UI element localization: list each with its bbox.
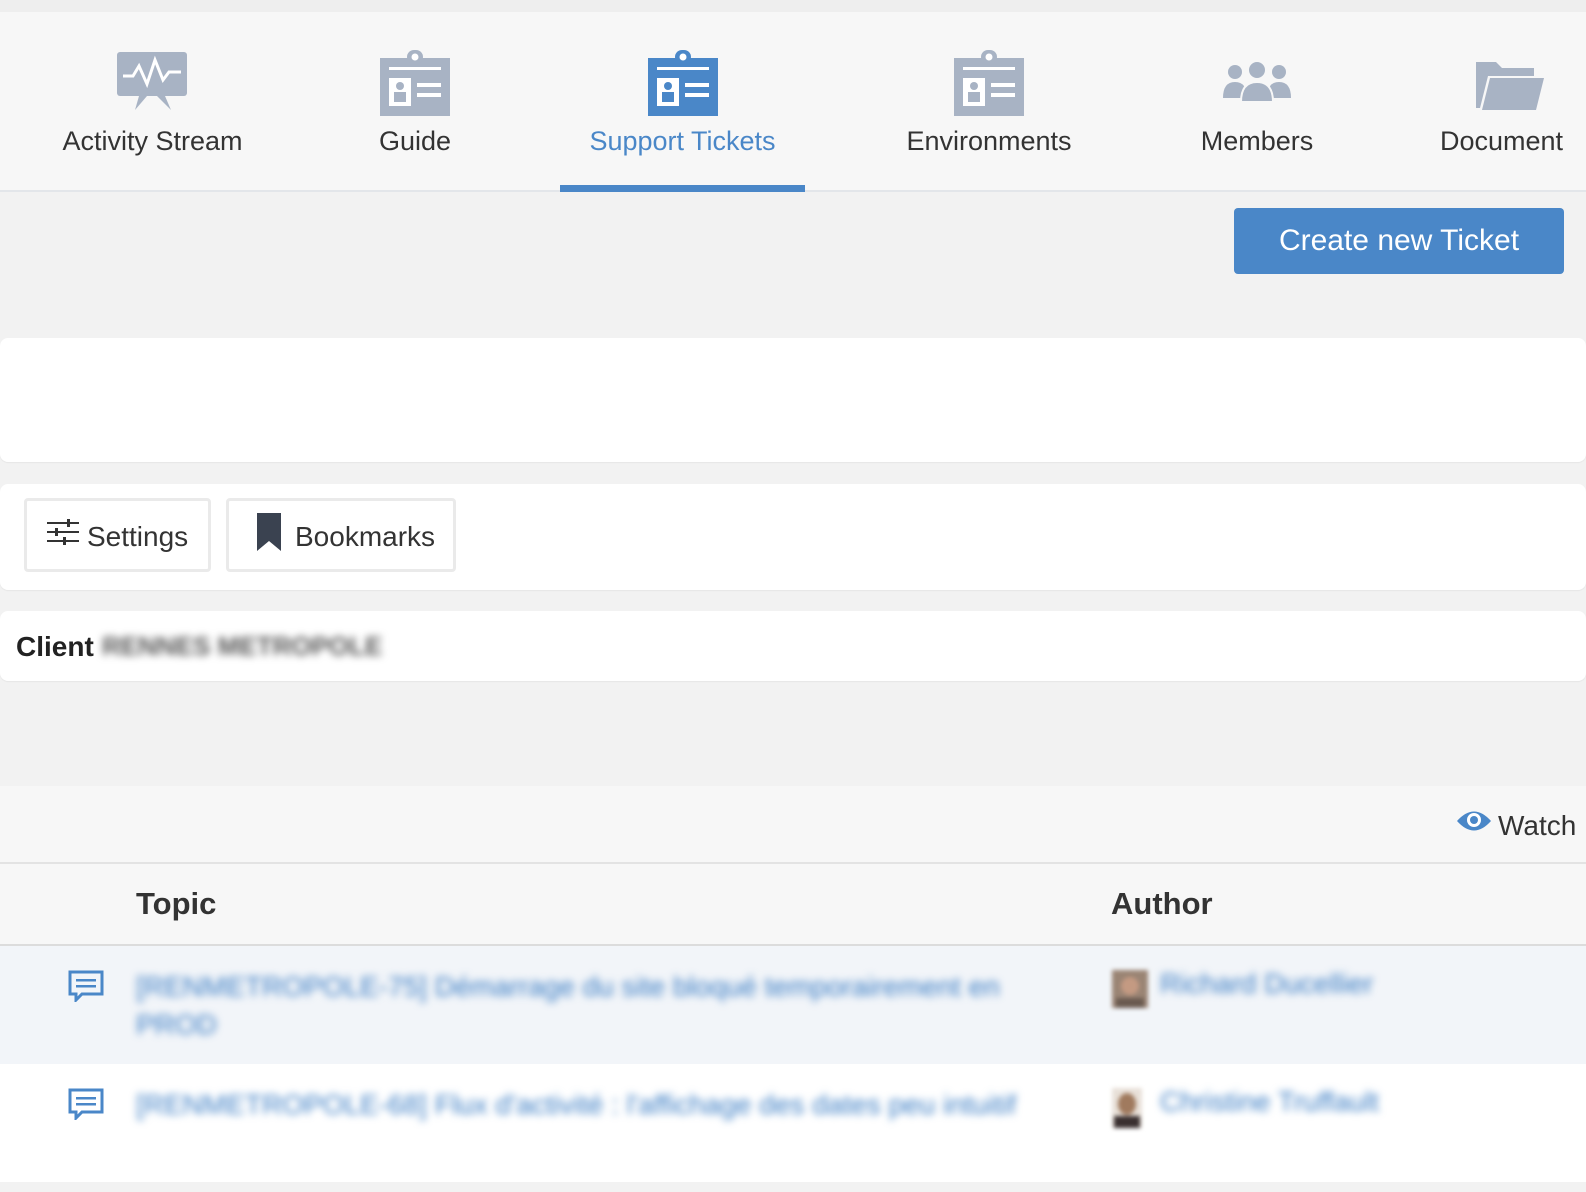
table-row[interactable]: [RENMETROPOLE-68] Flux d'activité : l'af…: [0, 1064, 1586, 1182]
settings-button[interactable]: Settings: [24, 498, 211, 572]
clipboard-badge-icon: [647, 50, 719, 121]
bookmark-icon: [257, 513, 281, 558]
ticket-topic-link[interactable]: [RENMETROPOLE-75] Démarrage du site bloq…: [136, 968, 1086, 1044]
tab-guide[interactable]: Guide: [330, 12, 500, 190]
create-new-ticket-button[interactable]: Create new Ticket: [1234, 208, 1564, 274]
client-label: Client: [16, 631, 94, 662]
folder-open-icon: [1474, 50, 1546, 117]
bookmarks-label: Bookmarks: [295, 521, 436, 552]
tab-activity-stream[interactable]: Activity Stream: [40, 12, 265, 190]
tab-document[interactable]: Document: [1420, 12, 1586, 190]
watch-bar: Watch: [0, 786, 1586, 864]
tab-environments[interactable]: Environments: [880, 12, 1098, 190]
tab-label: Activity Stream: [62, 126, 243, 156]
message-bubble-icon: [68, 1088, 104, 1125]
column-header-author: Author: [1111, 886, 1213, 921]
client-name: RENNES METROPOLE: [102, 631, 383, 661]
members-group-icon: [1221, 50, 1293, 113]
ticket-topic-link[interactable]: [RENMETROPOLE-68] Flux d'activité : l'af…: [136, 1086, 1086, 1124]
settings-label: Settings: [87, 521, 189, 552]
tab-label: Document: [1440, 126, 1564, 156]
client-panel: Client RENNES METROPOLE: [0, 611, 1586, 681]
ticket-table-header: Topic Author: [0, 864, 1586, 946]
ticket-author-link[interactable]: Christine Truffault: [1160, 1086, 1379, 1118]
ticket-author-link[interactable]: Richard Ducellier: [1160, 968, 1373, 1000]
eye-icon: [1456, 808, 1492, 839]
avatar: [1112, 970, 1148, 1008]
sliders-icon: [47, 519, 79, 552]
tab-label: Environments: [906, 126, 1072, 156]
ticket-toolbar: Settings Bookmarks: [0, 484, 1586, 590]
project-tab-bar: Activity Stream Guide Support Tickets En…: [0, 12, 1586, 192]
table-row[interactable]: [RENMETROPOLE-75] Démarrage du site bloq…: [0, 946, 1586, 1064]
tab-label: Guide: [378, 126, 452, 156]
tab-label: Support Tickets: [589, 126, 776, 156]
tab-members[interactable]: Members: [1172, 12, 1342, 190]
activity-stream-icon: [116, 50, 189, 119]
watch-label: Watch: [1498, 810, 1577, 841]
clipboard-badge-icon: [953, 50, 1025, 121]
empty-panel: [0, 338, 1586, 462]
active-tab-indicator: [560, 185, 805, 192]
clipboard-badge-icon: [379, 50, 451, 121]
bookmarks-button[interactable]: Bookmarks: [226, 498, 456, 572]
column-header-topic: Topic: [136, 886, 217, 921]
message-bubble-icon: [68, 970, 104, 1007]
tab-label: Members: [1200, 126, 1314, 156]
top-strip: [0, 0, 1586, 12]
avatar: [1112, 1088, 1142, 1128]
tab-support-tickets[interactable]: Support Tickets: [560, 12, 805, 192]
